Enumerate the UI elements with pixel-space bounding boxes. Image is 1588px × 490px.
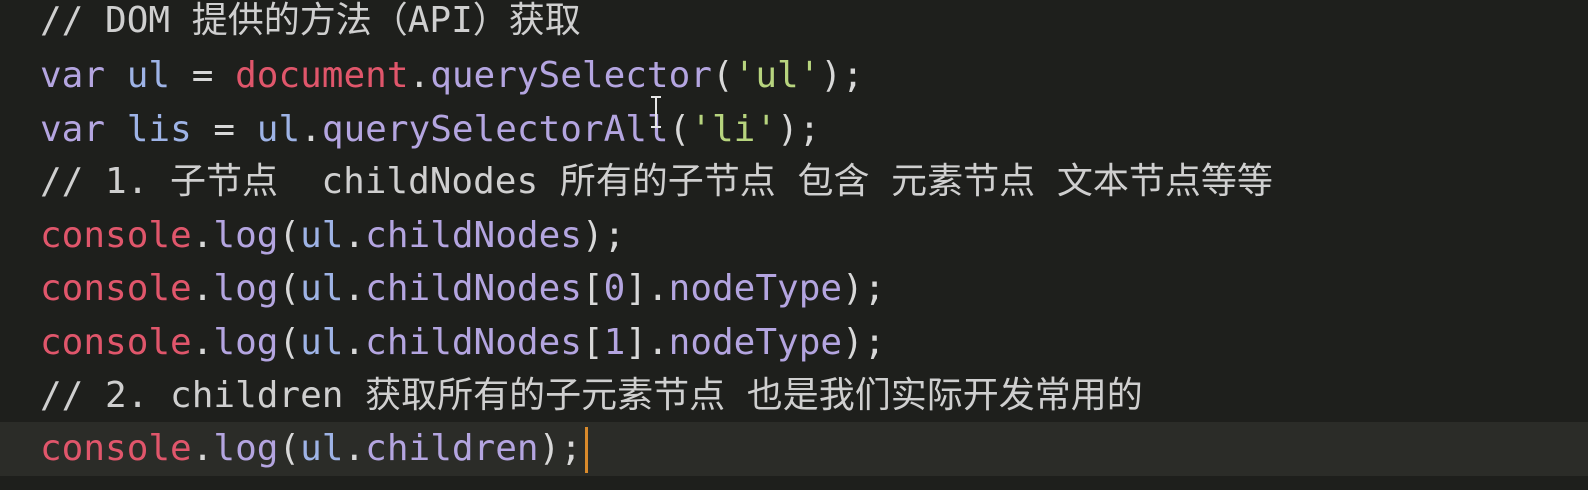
code-token-punct: ( [711, 55, 734, 96]
code-token-method: nodeType [668, 322, 843, 363]
text-caret [584, 427, 588, 473]
code-token-punct: ( [278, 268, 301, 309]
code-token-punct: ( [278, 215, 301, 256]
code-token-punct [105, 109, 127, 150]
code-token-punct: ); [820, 55, 864, 96]
code-token-punct: . [343, 268, 366, 309]
code-editor[interactable]: // DOM 提供的方法（API）获取 var ul = document.qu… [0, 0, 1588, 490]
code-token-builtin: console [40, 428, 192, 469]
code-token-method: nodeType [668, 268, 843, 309]
code-token-keyword: var [40, 55, 106, 96]
code-token-builtin: console [40, 322, 192, 363]
code-token-method: log [213, 215, 279, 256]
code-token-punct: . [343, 428, 366, 469]
code-line[interactable]: var ul = document.querySelector('ul'); [0, 49, 1588, 103]
code-token-method: childNodes [365, 268, 582, 309]
code-token-punct [105, 55, 127, 96]
code-line[interactable]: console.log(ul.childNodes[0].nodeType); [0, 262, 1588, 316]
code-token-number: 1 [603, 322, 626, 363]
code-token-builtin: document [235, 55, 409, 96]
code-token-punct: . [191, 322, 214, 363]
code-token-punct: ( [278, 322, 301, 363]
code-token-punct: . [191, 215, 214, 256]
code-token-punct: ); [842, 268, 886, 309]
code-token-method: querySelector [430, 55, 712, 96]
code-token-punct: . [300, 109, 322, 150]
code-token-method: querySelectorAll [321, 109, 669, 150]
code-token-punct: ]. [625, 268, 669, 309]
code-token-var: ul [126, 55, 171, 96]
code-token-punct: ); [842, 322, 886, 363]
code-token-comment: // DOM 提供的方法（API）获取 [40, 0, 581, 41]
code-token-punct: = [170, 55, 236, 96]
code-token-var: ul [300, 428, 344, 469]
code-token-punct: ); [538, 428, 582, 469]
code-token-punct: . [191, 268, 214, 309]
code-token-builtin: console [40, 215, 192, 256]
code-token-var: ul [256, 109, 301, 150]
code-token-punct: ( [278, 428, 301, 469]
code-token-punct: . [343, 322, 366, 363]
code-line[interactable]: console.log(ul.childNodes[1].nodeType); [0, 316, 1588, 370]
code-token-var: ul [300, 215, 344, 256]
code-token-method: childNodes [365, 322, 582, 363]
code-token-punct: . [191, 428, 214, 469]
code-token-var: ul [300, 322, 344, 363]
code-token-var: ul [300, 268, 344, 309]
code-line[interactable]: console.log(ul.childNodes); [0, 209, 1588, 263]
code-token-punct: [ [581, 268, 604, 309]
code-token-method: log [213, 428, 279, 469]
code-token-punct: . [343, 215, 366, 256]
code-line[interactable]: // 2. children 获取所有的子元素节点 也是我们实际开发常用的 [0, 369, 1588, 423]
code-token-punct: [ [581, 322, 604, 363]
code-token-punct: . [408, 55, 431, 96]
code-token-comment: // 1. 子节点 childNodes 所有的子节点 包含 元素节点 文本节点… [40, 161, 1273, 202]
code-token-var: lis [126, 109, 192, 150]
code-token-keyword: var [40, 109, 106, 150]
code-token-method: log [213, 268, 279, 309]
code-token-punct: ( [668, 109, 691, 150]
text-cursor-icon [650, 96, 662, 128]
code-line[interactable]: // 1. 子节点 childNodes 所有的子节点 包含 元素节点 文本节点… [0, 155, 1588, 209]
code-token-string: 'ul' [733, 55, 821, 96]
code-token-method: children [365, 428, 539, 469]
code-line[interactable]: // DOM 提供的方法（API）获取 [0, 0, 1588, 48]
code-token-string: 'li' [690, 109, 777, 150]
code-token-punct: = [191, 109, 257, 150]
code-line[interactable]: console.log(ul.children); [0, 422, 1588, 476]
code-token-method: log [213, 322, 279, 363]
code-token-method: childNodes [365, 215, 582, 256]
code-token-punct: ]. [625, 322, 669, 363]
code-line[interactable]: var lis = ul.querySelectorAll('li'); [0, 103, 1588, 157]
code-token-punct: ); [777, 109, 821, 150]
code-token-comment: // 2. children 获取所有的子元素节点 也是我们实际开发常用的 [40, 375, 1143, 416]
code-token-number: 0 [603, 268, 626, 309]
code-token-punct: ); [581, 215, 626, 256]
code-token-builtin: console [40, 268, 192, 309]
